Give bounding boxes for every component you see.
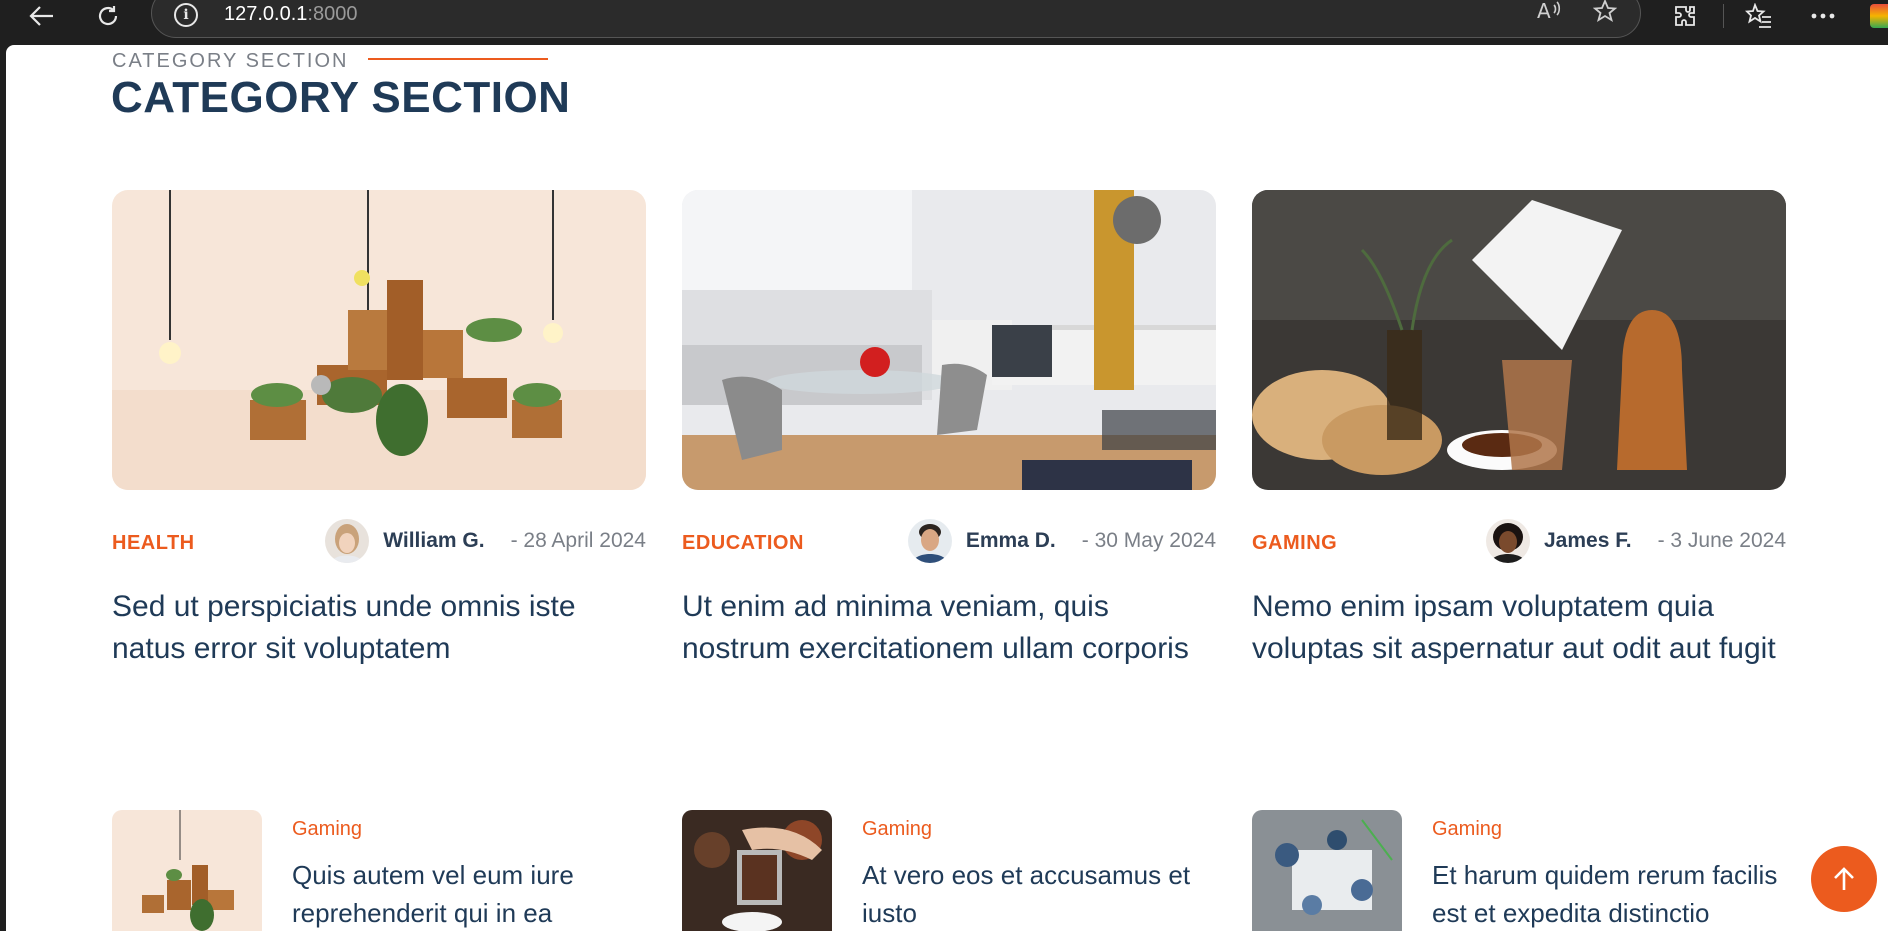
post-meta: GAMING James F. - 3 June 2024 <box>1252 518 1786 564</box>
page-content: CATEGORY SECTION CATEGORY SECTION HEALTH… <box>6 45 1888 931</box>
extensions-icon[interactable] <box>1672 0 1698 32</box>
mini-post-category[interactable]: Gaming <box>1432 818 1502 841</box>
mini-post-category[interactable]: Gaming <box>862 818 932 841</box>
mini-post-image[interactable] <box>1252 810 1402 931</box>
author-avatar <box>325 519 370 563</box>
post-author: James F. - 3 June 2024 <box>1486 518 1786 564</box>
post-image-shelves[interactable] <box>112 190 646 490</box>
author-avatar <box>1486 519 1530 563</box>
more-icon[interactable] <box>1810 0 1836 32</box>
mini-post-title[interactable]: Et harum quidem rerum facilis est et exp… <box>1432 856 1792 931</box>
mini-post-category[interactable]: Gaming <box>292 818 362 841</box>
favorites-icon[interactable] <box>1745 0 1773 32</box>
post-date: - 30 May 2024 <box>1081 529 1216 552</box>
post-date: - 28 April 2024 <box>510 529 646 552</box>
mini-post[interactable]: Gaming Et harum quidem rerum facilis est… <box>1252 810 1792 931</box>
read-aloud-icon[interactable]: A <box>1537 0 1563 29</box>
profile-icon[interactable] <box>1870 4 1888 28</box>
post-card[interactable]: EDUCATION Emma D. - 30 May 2024 Ut enim … <box>682 190 1216 670</box>
post-card[interactable]: GAMING James F. - 3 June 2024 Nemo enim … <box>1252 190 1786 670</box>
post-category[interactable]: GAMING <box>1252 532 1337 555</box>
section-eyebrow: CATEGORY SECTION <box>112 50 349 72</box>
section-title: CATEGORY SECTION <box>111 73 571 122</box>
back-icon[interactable] <box>22 0 62 32</box>
author-avatar <box>907 519 952 563</box>
author-name[interactable]: James F. <box>1544 529 1632 553</box>
post-title[interactable]: Ut enim ad minima veniam, quis nostrum e… <box>682 586 1216 670</box>
svg-text:A: A <box>1537 0 1551 23</box>
arrow-up-icon <box>1834 867 1854 890</box>
author-name[interactable]: William G. <box>383 529 484 553</box>
post-category[interactable]: EDUCATION <box>682 532 804 555</box>
mini-post[interactable]: Gaming Quis autem vel eum iure reprehend… <box>112 810 652 931</box>
author-name[interactable]: Emma D. <box>966 529 1056 553</box>
post-image-coffee[interactable] <box>1252 190 1786 490</box>
url-text[interactable]: 127.0.0.1:8000 <box>224 3 357 26</box>
mini-post[interactable]: Gaming At vero eos et accusamus et iusto <box>682 810 1222 931</box>
mini-post-image[interactable] <box>682 810 832 931</box>
post-title[interactable]: Nemo enim ipsam voluptatem quia voluptas… <box>1252 586 1786 670</box>
post-title[interactable]: Sed ut perspiciatis unde omnis iste natu… <box>112 586 646 670</box>
post-meta: HEALTH William G. - 28 April 2024 <box>112 518 646 564</box>
post-date: - 3 June 2024 <box>1657 529 1786 552</box>
browser-toolbar: i 127.0.0.1:8000 A <box>0 0 1888 45</box>
mini-post-title[interactable]: Quis autem vel eum iure reprehenderit qu… <box>292 856 652 931</box>
refresh-icon[interactable] <box>88 0 128 32</box>
favorite-star-icon[interactable] <box>1592 0 1618 29</box>
post-author: William G. - 28 April 2024 <box>325 518 646 564</box>
post-image-kitchen[interactable] <box>682 190 1216 490</box>
post-meta: EDUCATION Emma D. - 30 May 2024 <box>682 518 1216 564</box>
toolbar-divider <box>1723 4 1724 28</box>
mini-post-title[interactable]: At vero eos et accusamus et iusto <box>862 856 1222 931</box>
post-author: Emma D. - 30 May 2024 <box>907 518 1216 564</box>
scroll-to-top-button[interactable] <box>1811 846 1877 912</box>
info-icon[interactable]: i <box>174 3 198 27</box>
mini-post-image[interactable] <box>112 810 262 931</box>
post-card[interactable]: HEALTH William G. - 28 April 2024 Sed ut… <box>112 190 646 670</box>
address-bar[interactable]: i 127.0.0.1:8000 A <box>151 0 1641 38</box>
post-category[interactable]: HEALTH <box>112 532 195 555</box>
eyebrow-divider <box>368 58 548 60</box>
